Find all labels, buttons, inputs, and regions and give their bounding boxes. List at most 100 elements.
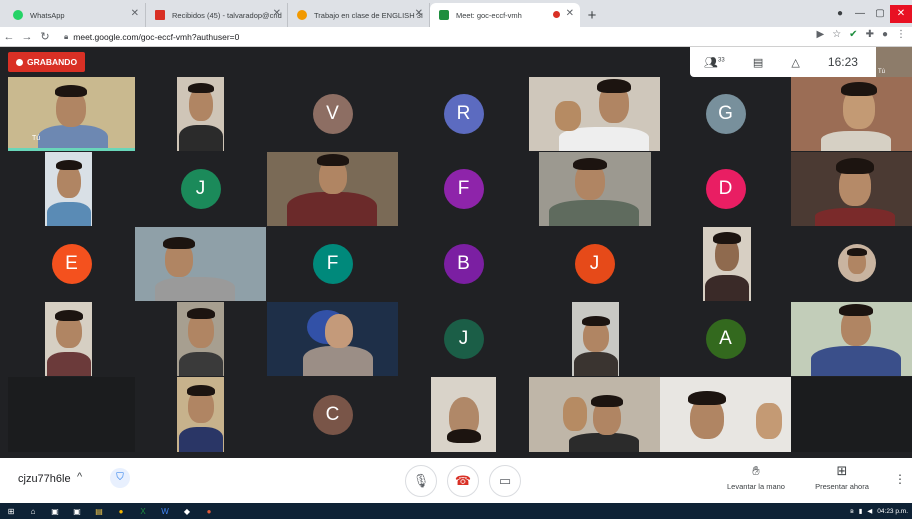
end-call-button[interactable]: ☎︎ xyxy=(447,465,479,497)
file-explorer-icon[interactable]: ▤ xyxy=(88,503,110,519)
participant-tile[interactable] xyxy=(572,302,619,376)
chat-icon[interactable]: ▤ xyxy=(753,56,763,69)
profile-icon[interactable]: ● xyxy=(830,8,850,19)
participant-tile[interactable]: F xyxy=(267,227,398,301)
shield-icon[interactable]: ⛉ xyxy=(110,468,130,488)
profile-avatar-icon[interactable]: ● xyxy=(882,29,888,40)
taskbar-app-icon[interactable]: ▣ xyxy=(66,503,88,519)
participant-tile[interactable]: G xyxy=(660,77,791,151)
participant-tile[interactable]: A xyxy=(660,302,791,376)
recording-indicator-icon xyxy=(553,11,560,18)
self-view-thumbnail[interactable]: Tú xyxy=(876,47,912,77)
word-icon[interactable]: W xyxy=(154,503,176,519)
record-dot-icon xyxy=(16,58,23,66)
signal-icon[interactable]: ▮ xyxy=(859,507,863,515)
participant-tile[interactable]: E xyxy=(8,227,135,301)
url-text: meet.google.com/goc-eccf-vmh?authuser=0 xyxy=(73,31,240,42)
excel-icon[interactable]: X xyxy=(132,503,154,519)
close-tab-icon[interactable]: ✕ xyxy=(566,8,574,19)
extension-check-icon[interactable]: ✔ xyxy=(849,29,857,40)
participant-tile[interactable] xyxy=(177,77,224,151)
participant-tile[interactable] xyxy=(539,152,651,226)
participant-tile[interactable]: J xyxy=(135,152,266,226)
home-icon[interactable]: ⌂ xyxy=(22,503,44,519)
bookmark-star-icon[interactable]: ☆ xyxy=(832,29,841,40)
taskbar-clock[interactable]: 04:23 p.m. xyxy=(877,508,908,515)
participant-tile[interactable] xyxy=(791,152,912,226)
activities-icon[interactable]: △ xyxy=(791,56,799,69)
maximize-icon[interactable]: ▢ xyxy=(870,8,890,19)
taskbar-app-icon[interactable]: ◆ xyxy=(176,503,198,519)
avatar: E xyxy=(51,244,92,284)
camera-in-use-icon[interactable]: ▶ xyxy=(817,29,825,40)
minimize-icon[interactable]: — xyxy=(850,8,870,19)
volume-icon[interactable]: ◀ xyxy=(867,507,872,515)
tab-whatsapp[interactable]: WhatsApp ✕ xyxy=(4,3,146,27)
participant-tile[interactable] xyxy=(8,377,135,452)
back-icon[interactable]: ← xyxy=(0,31,18,43)
participant-tile[interactable] xyxy=(267,302,398,376)
participant-tile[interactable]: R xyxy=(398,77,529,151)
participant-tile[interactable] xyxy=(703,227,751,301)
participant-tile-self[interactable]: Tú xyxy=(8,77,135,151)
close-tab-icon[interactable]: ✕ xyxy=(273,8,281,19)
address-bar: ← → ↻ 🔒︎ meet.google.com/goc-eccf-vmh?au… xyxy=(0,27,912,47)
microphone-icon: 🎙︎ xyxy=(412,473,430,488)
chevron-up-icon[interactable]: ^ xyxy=(77,471,82,483)
participant-tile[interactable] xyxy=(791,377,912,452)
participant-tile[interactable] xyxy=(45,152,92,226)
tab-meet[interactable]: Meet: goc-eccf-vmh ✕ xyxy=(430,3,580,27)
whatsapp-icon xyxy=(13,10,23,20)
tab-gmail[interactable]: Recibidos (45) - talvaradop@cnd ✕ xyxy=(146,3,288,27)
participant-tile[interactable] xyxy=(177,377,224,452)
url-field[interactable]: 🔒︎ meet.google.com/goc-eccf-vmh?authuser… xyxy=(64,32,239,42)
system-tray: ʙ ▮ ◀ 04:23 p.m. xyxy=(850,503,908,519)
close-tab-icon[interactable]: ✕ xyxy=(415,8,423,19)
participant-tile[interactable] xyxy=(660,377,791,452)
participant-tile[interactable]: V xyxy=(267,77,398,151)
windows-start-icon[interactable]: ⊞ xyxy=(0,503,22,519)
present-now-button[interactable]: ⊞ Presentar ahora xyxy=(808,463,876,491)
forward-icon[interactable]: → xyxy=(18,31,36,43)
participant-tile[interactable]: J xyxy=(529,227,660,301)
participant-tile[interactable]: J xyxy=(398,302,529,376)
reload-icon[interactable]: ↻ xyxy=(36,30,54,43)
participant-tile[interactable] xyxy=(791,302,912,376)
more-options-icon[interactable]: ⋮ xyxy=(894,472,906,486)
participants-icon[interactable]: 👥︎33 xyxy=(704,56,725,69)
participant-tile[interactable] xyxy=(791,77,912,151)
participant-tile[interactable] xyxy=(431,377,496,452)
participant-tile[interactable]: B xyxy=(398,227,529,301)
participant-tile[interactable] xyxy=(177,302,224,376)
close-window-icon[interactable]: ✕ xyxy=(890,4,912,23)
participant-tile[interactable] xyxy=(135,227,266,301)
microphone-button[interactable]: 🎙︎ xyxy=(405,465,437,497)
present-label: Presentar ahora xyxy=(815,482,869,491)
participant-tile[interactable]: F xyxy=(398,152,529,226)
participant-tile[interactable] xyxy=(267,152,398,226)
new-tab-button[interactable]: + xyxy=(580,3,604,27)
puzzle-extensions-icon[interactable]: ✚ xyxy=(866,29,874,40)
chrome-icon[interactable]: ● xyxy=(110,503,132,519)
camera-button[interactable]: ▭ xyxy=(489,465,521,497)
participant-tile[interactable]: C xyxy=(267,377,398,452)
participant-tile[interactable]: D xyxy=(660,152,791,226)
close-tab-icon[interactable]: ✕ xyxy=(131,8,139,19)
avatar: V xyxy=(312,94,353,134)
taskbar-app-icon[interactable]: ● xyxy=(198,503,220,519)
tab-classroom[interactable]: Trabajo en clase de ENGLISH 3I ✕ xyxy=(288,3,430,27)
present-screen-icon: ⊞ xyxy=(836,463,848,478)
participant-tile[interactable] xyxy=(529,77,660,151)
participant-tile[interactable] xyxy=(838,244,876,282)
menu-dots-icon[interactable]: ⋮ xyxy=(896,29,906,40)
participant-tile[interactable] xyxy=(45,302,92,376)
video-camera-icon: ▭ xyxy=(498,473,512,488)
avatar: J xyxy=(574,244,615,284)
participant-tile[interactable] xyxy=(529,377,660,452)
bluetooth-icon[interactable]: ʙ xyxy=(850,508,853,515)
avatar: G xyxy=(705,94,746,134)
avatar: R xyxy=(443,94,484,134)
raise-hand-button[interactable]: ✋︎ Levantar la mano xyxy=(720,463,792,491)
taskbar-app-icon[interactable]: ▣ xyxy=(44,503,66,519)
meeting-code[interactable]: cjzu77h6le xyxy=(18,473,71,485)
